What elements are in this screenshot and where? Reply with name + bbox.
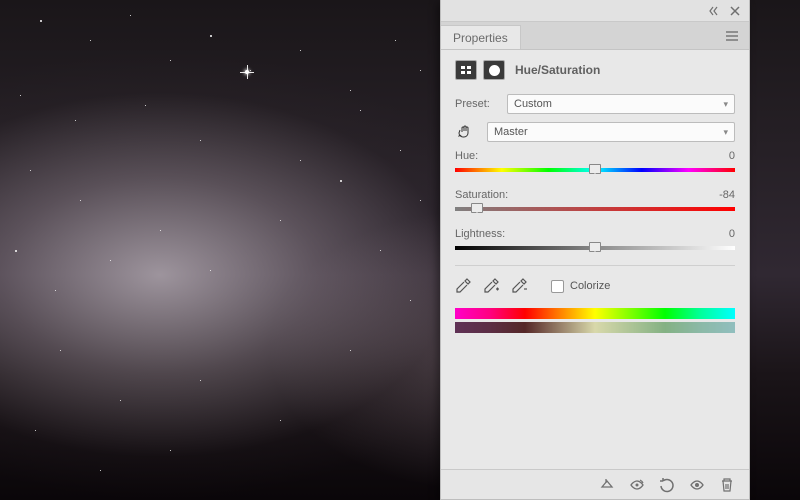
saturation-thumb[interactable]: [471, 203, 483, 213]
panel-footer: [441, 469, 749, 499]
preset-label: Preset:: [455, 98, 501, 110]
chevron-down-icon: ▾: [723, 99, 728, 110]
eyedropper-plus-icon[interactable]: [483, 278, 499, 294]
colorize-label: Colorize: [570, 280, 610, 292]
preset-select[interactable]: Custom ▾: [507, 94, 735, 114]
saturation-slider[interactable]: [455, 204, 735, 214]
view-previous-icon[interactable]: [629, 477, 645, 493]
eyedropper-icon[interactable]: [455, 278, 471, 294]
saturation-slider-block: Saturation: -84: [455, 189, 735, 214]
lightness-slider[interactable]: [455, 243, 735, 253]
chevron-down-icon: ▾: [723, 127, 728, 138]
hue-label: Hue:: [455, 150, 478, 162]
channel-value: Master: [494, 126, 528, 138]
panel-body: Hue/Saturation Preset: Custom ▾ Master ▾…: [441, 50, 749, 346]
divider: [455, 265, 735, 266]
hue-slider-block: Hue: 0: [455, 150, 735, 175]
hue-thumb[interactable]: [589, 164, 601, 174]
tab-properties[interactable]: Properties: [441, 25, 521, 49]
properties-panel: Properties Hue/Saturation Preset: Custom…: [440, 0, 750, 500]
mask-icon[interactable]: [483, 60, 505, 80]
trash-icon[interactable]: [719, 477, 735, 493]
collapse-icon[interactable]: [709, 5, 721, 17]
panel-menu-icon[interactable]: [725, 30, 739, 45]
colorize-row[interactable]: Colorize: [551, 280, 610, 293]
lightness-thumb[interactable]: [589, 242, 601, 252]
clip-to-layer-icon[interactable]: [599, 477, 615, 493]
saturation-value[interactable]: -84: [695, 189, 735, 201]
adjustment-header: Hue/Saturation: [455, 60, 735, 80]
colorize-checkbox[interactable]: [551, 280, 564, 293]
reset-icon[interactable]: [659, 477, 675, 493]
tab-bar: Properties: [441, 22, 749, 50]
close-icon[interactable]: [729, 5, 741, 17]
channel-select[interactable]: Master ▾: [487, 122, 735, 142]
eyedropper-row: Colorize: [455, 278, 735, 294]
tab-label: Properties: [453, 31, 508, 45]
lightness-value[interactable]: 0: [695, 228, 735, 240]
eyedropper-minus-icon[interactable]: [511, 278, 527, 294]
saturation-label: Saturation:: [455, 189, 508, 201]
lightness-label: Lightness:: [455, 228, 505, 240]
hue-slider[interactable]: [455, 165, 735, 175]
adjustment-title: Hue/Saturation: [515, 63, 600, 77]
adjustment-preset-icon[interactable]: [455, 60, 477, 80]
visibility-icon[interactable]: [689, 477, 705, 493]
channel-row: Master ▾: [455, 122, 735, 142]
panel-titlebar: [441, 0, 749, 22]
color-range-input-strip[interactable]: [455, 308, 735, 319]
preset-row: Preset: Custom ▾: [455, 94, 735, 114]
targeted-adjust-icon[interactable]: [455, 122, 475, 142]
saturation-gradient: [455, 207, 735, 211]
color-range-output-strip[interactable]: [455, 322, 735, 333]
hue-value[interactable]: 0: [695, 150, 735, 162]
preset-value: Custom: [514, 98, 552, 110]
lightness-slider-block: Lightness: 0: [455, 228, 735, 253]
